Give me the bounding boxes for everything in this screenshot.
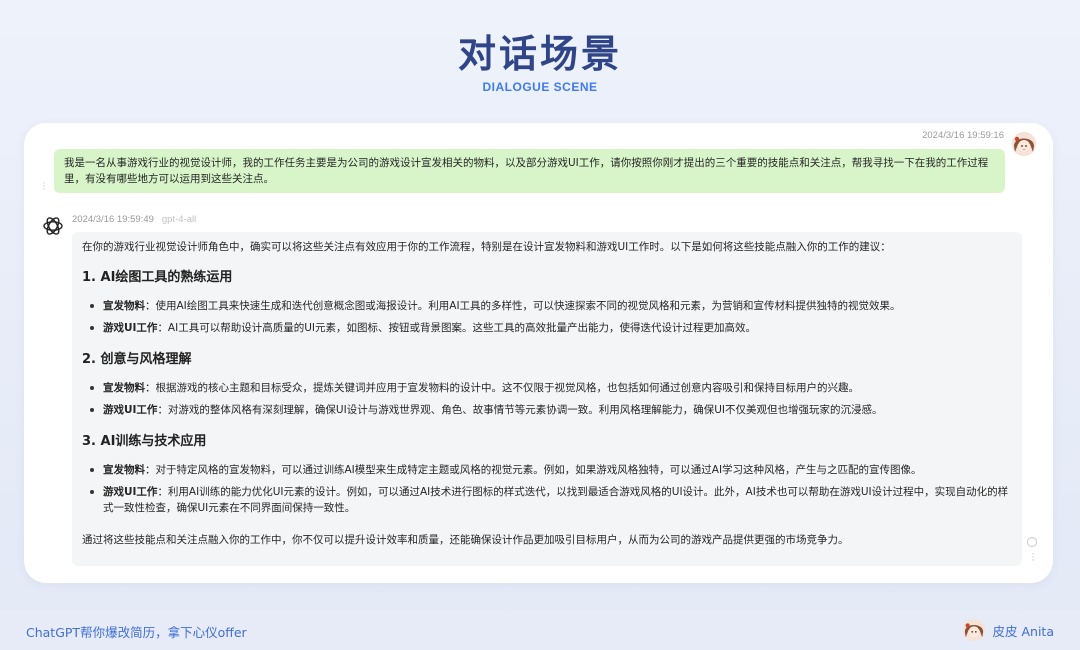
item-text: ：对游戏的整体风格有深刻理解，确保UI设计与游戏世界观、角色、故事情节等元素协调…	[157, 404, 883, 416]
section-heading: 2. 创意与风格理解	[82, 352, 192, 367]
user-message-timestamp: 2024/3/16 19:59:16	[922, 130, 1004, 141]
section-heading: 3. AI训练与技术应用	[82, 434, 207, 449]
author-avatar	[962, 619, 985, 641]
item-label: 宣发物料	[103, 300, 145, 312]
section-list: 宣发物料：根据游戏的核心主题和目标受众，提炼关键词并应用于宣发物料的设计中。这不…	[82, 380, 1012, 418]
chat-card: 2024/3/16 19:59:16 我是一名从事游戏行业的视觉设计师，我的工作…	[24, 123, 1053, 583]
section-list: 宣发物料：使用AI绘图工具来快速生成和迭代创意概念图或海报设计。利用AI工具的多…	[82, 298, 1012, 336]
user-avatar[interactable]	[1012, 132, 1036, 156]
answer-outro: 通过将这些技能点和关注点融入你的工作中，你不仅可以提升设计效率和质量，还能确保设…	[82, 534, 849, 546]
page-header: 对话场景 DIALOGUE SCENE	[0, 30, 1080, 94]
list-item: 宣发物料：使用AI绘图工具来快速生成和迭代创意概念图或海报设计。利用AI工具的多…	[82, 298, 1012, 314]
list-item: 游戏UI工作：利用AI训练的能力优化UI元素的设计。例如，可以通过AI技术进行图…	[82, 484, 1012, 516]
more-options-icon[interactable]: · · ·	[1031, 551, 1035, 566]
user-message-bubble: 我是一名从事游戏行业的视觉设计师，我的工作任务主要是为公司的游戏设计宣发相关的物…	[54, 149, 1005, 193]
item-label: 宣发物料	[103, 464, 145, 476]
more-options-icon[interactable]: · · ·	[42, 180, 46, 195]
list-item: 宣发物料：对于特定风格的宣发物料，可以通过训练AI模型来生成特定主题或风格的视觉…	[82, 462, 1012, 478]
page-subtitle: DIALOGUE SCENE	[482, 80, 598, 94]
item-text: ：AI工具可以帮助设计高质量的UI元素，如图标、按钮或背景图案。这些工具的高效批…	[157, 322, 756, 334]
item-text: ：对于特定风格的宣发物料，可以通过训练AI模型来生成特定主题或风格的视觉元素。例…	[145, 464, 922, 476]
footer-tagline: ChatGPT帮你爆改简历，拿下心仪offer	[26, 625, 247, 640]
answer-intro: 在你的游戏行业视觉设计师角色中，确实可以将这些关注点有效应用于你的工作流程，特别…	[82, 241, 891, 253]
footer-author: 皮皮 Anita	[992, 623, 1054, 639]
assistant-model-name: gpt-4-all	[161, 214, 197, 225]
section-heading: 1. AI绘图工具的熟练运用	[82, 270, 233, 285]
item-text: ：根据游戏的核心主题和目标受众，提炼关键词并应用于宣发物料的设计中。这不仅限于视…	[145, 382, 859, 394]
list-item: 游戏UI工作：对游戏的整体风格有深刻理解，确保UI设计与游戏世界观、角色、故事情…	[82, 402, 1012, 418]
footer: ChatGPT帮你爆改简历，拿下心仪offer 皮皮 Anita	[0, 610, 1080, 650]
list-item: 游戏UI工作：AI工具可以帮助设计高质量的UI元素，如图标、按钮或背景图案。这些…	[82, 320, 1012, 336]
item-label: 宣发物料	[103, 382, 145, 394]
section-list: 宣发物料：对于特定风格的宣发物料，可以通过训练AI模型来生成特定主题或风格的视觉…	[82, 462, 1012, 516]
assistant-message-timestamp: 2024/3/16 19:59:49	[72, 214, 154, 225]
item-label: 游戏UI工作	[103, 486, 158, 498]
item-text: ：利用AI训练的能力优化UI元素的设计。例如，可以通过AI技术进行图标的样式迭代…	[103, 486, 1009, 514]
assistant-message-bubble: 在你的游戏行业视觉设计师角色中，确实可以将这些关注点有效应用于你的工作流程，特别…	[72, 232, 1022, 566]
footer-author-block: 皮皮 Anita	[962, 619, 1054, 641]
item-text: ：使用AI绘图工具来快速生成和迭代创意概念图或海报设计。利用AI工具的多样性，可…	[145, 300, 901, 312]
openai-logo-icon	[41, 214, 65, 238]
assistant-message-meta: 2024/3/16 19:59:49 gpt-4-all	[72, 214, 196, 225]
page-title: 对话场景	[457, 32, 622, 76]
item-label: 游戏UI工作	[103, 404, 158, 416]
list-item: 宣发物料：根据游戏的核心主题和目标受众，提炼关键词并应用于宣发物料的设计中。这不…	[82, 380, 1012, 396]
circle-icon[interactable]	[1027, 537, 1037, 547]
item-label: 游戏UI工作	[103, 322, 158, 334]
